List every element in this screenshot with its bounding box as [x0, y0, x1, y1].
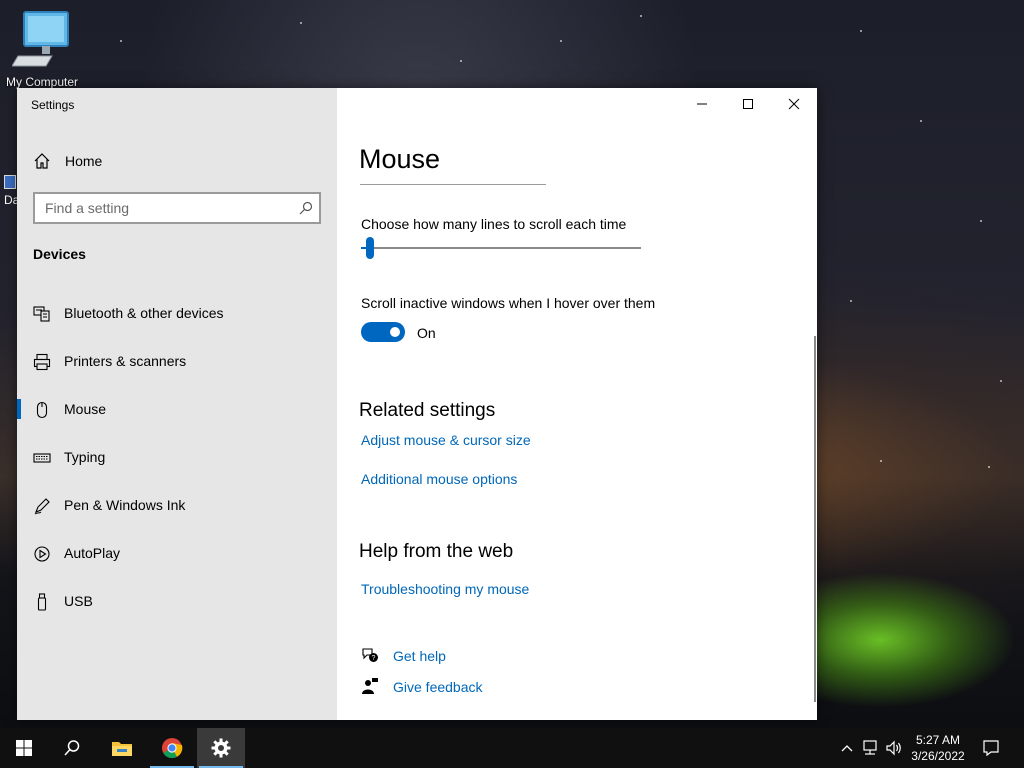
clock-date: 3/26/2022	[911, 749, 965, 763]
title-divider	[360, 184, 546, 185]
sidebar-item-label: Printers & scanners	[64, 353, 187, 369]
home-label: Home	[65, 153, 103, 169]
clock-time: 5:27 AM	[915, 733, 961, 747]
taskbar: 5:27 AM 3/26/2022	[0, 728, 1024, 768]
printer-icon	[33, 353, 51, 371]
scroll-lines-label: Choose how many lines to scroll each tim…	[361, 216, 627, 232]
main-content: Mouse Choose how many lines to scroll ea…	[337, 88, 817, 720]
adjust-cursor-size-link[interactable]: Adjust mouse & cursor size	[361, 432, 531, 448]
file-icon	[4, 175, 16, 189]
sidebar-item-printers[interactable]: Printers & scanners	[17, 343, 337, 379]
sidebar: Settings Home Devices Bluetooth & other …	[17, 88, 337, 720]
search-input[interactable]	[35, 194, 285, 222]
keyboard-icon	[33, 453, 51, 463]
sidebar-item-bluetooth[interactable]: Bluetooth & other devices	[17, 295, 337, 331]
chevron-up-icon[interactable]	[840, 739, 854, 757]
desktop-icon-my-computer[interactable]: My Computer	[2, 10, 82, 89]
slider-track	[361, 247, 641, 249]
related-settings-heading: Related settings	[359, 400, 496, 421]
settings-taskbar-button[interactable]	[197, 728, 245, 768]
sidebar-item-label: USB	[64, 593, 93, 609]
pen-icon	[34, 498, 50, 515]
content-scrollbar[interactable]	[814, 336, 816, 702]
sidebar-item-pen[interactable]: Pen & Windows Ink	[17, 487, 337, 523]
scroll-lines-slider[interactable]	[361, 237, 641, 261]
window-title: Settings	[31, 98, 75, 112]
windows-logo-icon	[16, 740, 32, 756]
sidebar-item-usb[interactable]: USB	[17, 583, 337, 619]
feedback-icon	[362, 678, 378, 694]
get-help-icon: ?	[362, 648, 378, 662]
sidebar-item-typing[interactable]: Typing	[17, 439, 337, 475]
help-web-heading: Help from the web	[359, 541, 514, 562]
sidebar-item-label: Pen & Windows Ink	[64, 497, 186, 513]
folder-icon	[112, 742, 132, 756]
desktop-icon-partial-label: Da	[4, 193, 20, 207]
settings-window: Settings Home Devices Bluetooth & other …	[17, 88, 817, 720]
sidebar-item-label: Typing	[64, 449, 106, 465]
chrome-button[interactable]	[148, 728, 196, 768]
search-icon	[64, 740, 80, 756]
additional-mouse-options-link[interactable]: Additional mouse options	[361, 471, 517, 487]
computer-icon	[11, 11, 69, 67]
bluetooth-devices-icon	[33, 306, 50, 322]
sidebar-item-label: Mouse	[64, 401, 107, 417]
network-icon[interactable]	[862, 739, 880, 757]
usb-icon	[37, 593, 47, 611]
search-taskbar-button[interactable]	[48, 728, 96, 768]
autoplay-icon	[34, 546, 50, 562]
search-icon[interactable]	[299, 201, 313, 215]
troubleshooting-mouse-link[interactable]: Troubleshooting my mouse	[361, 581, 529, 597]
page-title: Mouse	[359, 144, 441, 174]
gear-icon	[211, 738, 231, 758]
mouse-icon	[36, 401, 48, 419]
sidebar-item-label: AutoPlay	[64, 545, 121, 561]
sidebar-item-label: Bluetooth & other devices	[64, 305, 224, 321]
get-help-link[interactable]: Get help	[393, 648, 446, 664]
slider-thumb[interactable]	[366, 237, 375, 259]
toggle-state-label: On	[417, 325, 436, 341]
chrome-icon	[162, 738, 183, 759]
taskbar-clock[interactable]: 5:27 AM 3/26/2022	[900, 732, 976, 764]
home-icon	[34, 153, 50, 169]
home-nav-item[interactable]: Home	[17, 148, 337, 174]
sidebar-item-autoplay[interactable]: AutoPlay	[17, 535, 337, 571]
inactive-scroll-label: Scroll inactive windows when I hover ove…	[361, 295, 656, 311]
desktop-icon-partial[interactable]: Da	[4, 175, 20, 209]
give-feedback-link[interactable]: Give feedback	[393, 679, 483, 695]
start-button[interactable]	[0, 728, 48, 768]
search-box[interactable]	[33, 192, 321, 224]
file-explorer-button[interactable]	[98, 728, 146, 768]
inactive-scroll-toggle[interactable]	[361, 322, 405, 342]
svg-text:?: ?	[372, 655, 376, 662]
section-title: Devices	[33, 246, 86, 262]
sidebar-item-mouse[interactable]: Mouse	[17, 391, 337, 427]
action-center-icon[interactable]	[982, 739, 1000, 757]
toggle-knob	[390, 327, 400, 337]
desktop-icon-label: My Computer	[5, 75, 79, 89]
